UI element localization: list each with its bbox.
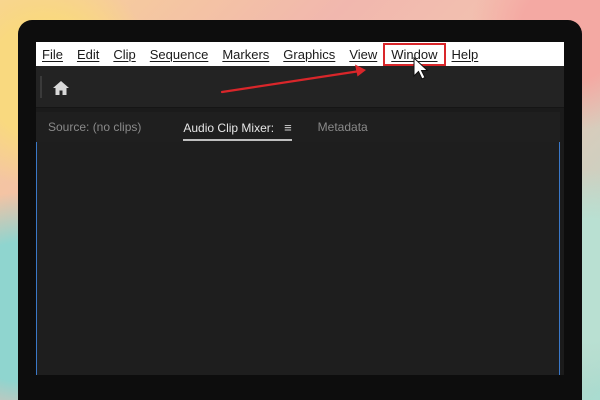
menu-clip[interactable]: Clip	[113, 47, 135, 62]
premiere-window: File Edit Clip Sequence Markers Graphics…	[36, 42, 564, 375]
menu-help[interactable]: Help	[452, 47, 479, 62]
menu-markers[interactable]: Markers	[222, 47, 269, 62]
home-button[interactable]	[50, 78, 72, 98]
panel-tab-bar: Source: (no clips) Audio Clip Mixer: ≡ Me…	[36, 112, 560, 142]
menu-file[interactable]: File	[42, 47, 63, 62]
menu-bar: File Edit Clip Sequence Markers Graphics…	[36, 42, 564, 66]
tab-source[interactable]: Source: (no clips)	[48, 120, 141, 134]
menu-window[interactable]: Window	[383, 42, 446, 66]
source-panel-group: Source: (no clips) Audio Clip Mixer: ≡ Me…	[36, 108, 564, 375]
home-icon	[53, 81, 69, 95]
menu-graphics[interactable]: Graphics	[283, 47, 335, 62]
tab-audio-clip-mixer[interactable]: Audio Clip Mixer: ≡	[183, 120, 292, 141]
menu-view[interactable]: View	[349, 47, 377, 62]
panel-menu-icon[interactable]: ≡	[284, 120, 292, 135]
toolbar	[36, 66, 564, 108]
panel-content	[37, 142, 559, 375]
tab-metadata[interactable]: Metadata	[318, 120, 368, 134]
toolbar-grip[interactable]	[40, 76, 42, 98]
menu-edit[interactable]: Edit	[77, 47, 99, 62]
menu-sequence[interactable]: Sequence	[150, 47, 209, 62]
tab-audio-clip-mixer-label: Audio Clip Mixer:	[183, 120, 275, 135]
